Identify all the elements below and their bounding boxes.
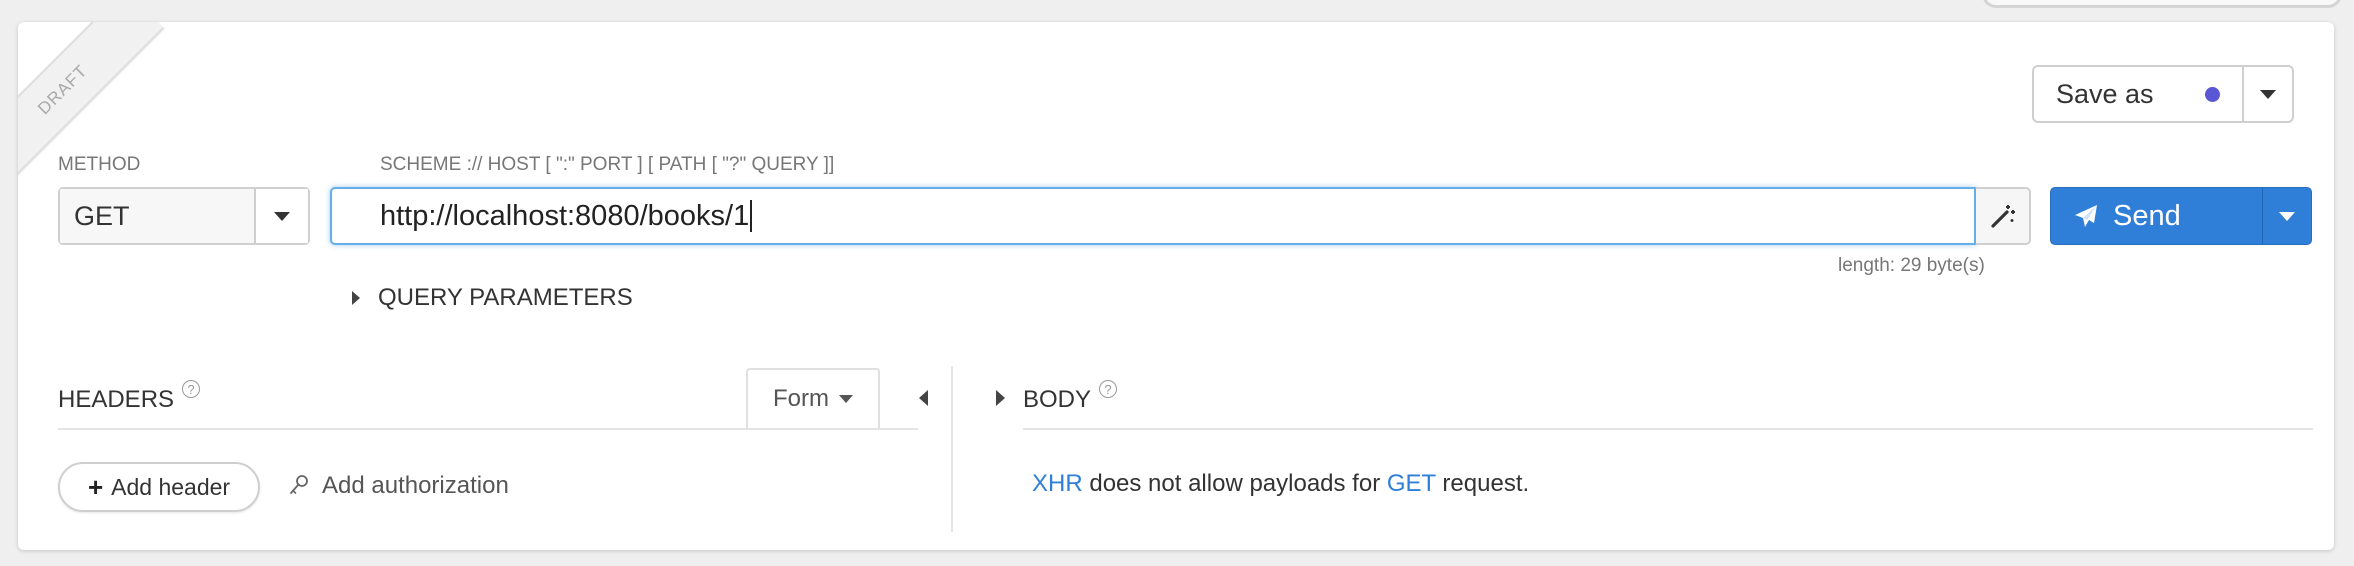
text-cursor <box>750 200 753 232</box>
triangle-right-icon <box>352 291 360 305</box>
save-as-button-group: Save as <box>2032 65 2294 123</box>
body-msg-middle: does not allow payloads for <box>1082 470 1387 497</box>
send-button-group: Send <box>2050 187 2312 245</box>
chevron-down-icon <box>2260 89 2276 99</box>
add-authorization-link[interactable]: Add authorization <box>288 472 509 500</box>
query-parameters-label: QUERY PARAMETERS <box>378 284 633 311</box>
url-format-label: SCHEME :// HOST [ ":" PORT ] [ PATH [ "?… <box>380 154 835 175</box>
body-msg-end: request. <box>1435 470 1530 497</box>
save-options-button[interactable] <box>2244 67 2292 121</box>
request-card: DRAFT Save as METHOD SCHEME :// HOST [ "… <box>18 22 2334 550</box>
method-dropdown-button[interactable] <box>256 189 308 243</box>
method-value: GET <box>60 189 256 243</box>
collapse-left-button[interactable] <box>908 383 938 413</box>
body-title: BODY ? <box>1023 380 1118 414</box>
chevron-down-icon <box>839 395 853 403</box>
triangle-right-icon <box>995 390 1005 406</box>
triangle-left-icon <box>918 390 928 406</box>
add-header-button[interactable]: + Add header <box>58 462 260 512</box>
key-icon <box>290 475 308 494</box>
form-tab-label: Form <box>773 385 829 412</box>
headers-form-tab[interactable]: Form <box>746 368 880 430</box>
chevron-down-icon <box>2279 211 2295 221</box>
body-title-text: BODY <box>1023 386 1092 413</box>
url-tools-button[interactable] <box>1976 187 2031 245</box>
expand-right-button[interactable] <box>985 383 1015 413</box>
url-length-text: length: 29 byte(s) <box>1838 255 1985 276</box>
unsaved-dot-icon <box>2205 86 2220 102</box>
plus-icon: + <box>87 471 104 502</box>
query-parameters-toggle[interactable]: QUERY PARAMETERS <box>352 284 633 312</box>
body-disabled-message: XHR does not allow payloads for GET requ… <box>1032 470 1529 498</box>
top-tab-edge <box>1982 0 2342 8</box>
xhr-link[interactable]: XHR <box>1032 470 1083 497</box>
headers-title: HEADERS ? <box>58 380 201 414</box>
help-icon[interactable]: ? <box>1099 380 1118 398</box>
paper-plane-icon <box>2075 205 2097 227</box>
help-icon[interactable]: ? <box>182 380 201 398</box>
url-value: http://localhost:8080/books/1 <box>380 199 750 232</box>
headers-title-text: HEADERS <box>58 386 175 413</box>
pane-divider[interactable] <box>951 366 953 532</box>
send-button[interactable]: Send <box>2051 188 2263 244</box>
body-divider <box>1023 428 2313 430</box>
method-select[interactable]: GET <box>58 187 310 245</box>
save-as-label: Save as <box>2056 78 2154 109</box>
chevron-down-icon <box>274 211 290 221</box>
url-input[interactable]: http://localhost:8080/books/1 <box>330 187 1976 245</box>
save-as-button[interactable]: Save as <box>2034 67 2244 121</box>
headers-divider <box>58 428 918 430</box>
get-link[interactable]: GET <box>1387 470 1436 497</box>
magic-wand-icon <box>1990 205 2015 228</box>
send-label: Send <box>2113 199 2181 232</box>
add-header-label: Add header <box>111 473 231 500</box>
add-authorization-label: Add authorization <box>322 472 509 499</box>
method-label: METHOD <box>58 154 141 175</box>
send-options-button[interactable] <box>2263 188 2311 244</box>
